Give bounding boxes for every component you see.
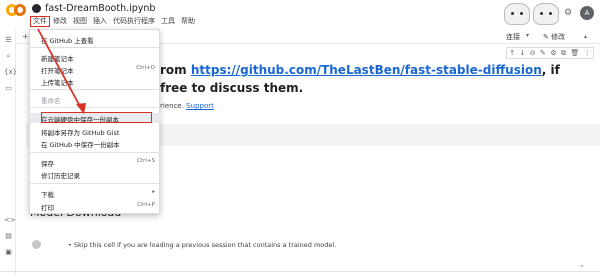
menu-item-shortcut: Ctrl+O: [136, 65, 155, 71]
menu-item-label: 下载: [41, 191, 54, 199]
menu-item-new-notebook[interactable]: 新建笔记本: [30, 52, 161, 63]
menu-item-print[interactable]: 打印 Ctrl+P: [30, 201, 161, 212]
table-of-contents-icon[interactable]: ☰: [4, 36, 13, 44]
menu-item-revision-history[interactable]: 修订历史记录: [30, 169, 161, 180]
github-icon: [32, 3, 41, 13]
menu-item-label: 在 GitHub 中保存一份副本: [41, 141, 120, 149]
left-sidebar: ☰ ⌕ {x} ▭ <> ▤ ▣: [0, 30, 17, 275]
menu-item-label: 将副本另存为 GitHub Gist: [41, 129, 120, 137]
menu-item-label: 修订历史记录: [41, 172, 80, 180]
menu-item-view-on-github[interactable]: 在 GitHub 上查看: [30, 34, 161, 45]
colab-logo[interactable]: [6, 4, 26, 18]
menu-item-rename: 重命名: [30, 94, 161, 105]
menu-insert[interactable]: 插入: [90, 16, 110, 27]
menu-item-save[interactable]: 保存 Ctrl+S: [30, 157, 161, 168]
connect-button[interactable]: 连接: [506, 32, 520, 42]
intro-note: rience. Support: [160, 102, 214, 110]
note-text: rience.: [160, 102, 187, 110]
avatar[interactable]: A: [580, 6, 594, 20]
support-link[interactable]: Support: [186, 102, 214, 110]
menu-item-label: 打印: [41, 204, 54, 212]
menu-item-label: 新建笔记本: [41, 55, 74, 63]
menu-item-open-notebook[interactable]: 打开笔记本 Ctrl+O: [30, 64, 161, 75]
menu-divider: [30, 107, 161, 108]
menu-tools[interactable]: 工具: [158, 16, 178, 27]
repo-link[interactable]: https://github.com/TheLastBen/fast-stabl…: [191, 63, 542, 77]
menu-runtime[interactable]: 代码执行程序: [110, 16, 158, 27]
file-menu: 在 GitHub 上查看 新建笔记本 打开笔记本 Ctrl+O 上传笔记本 重命名…: [29, 29, 161, 214]
menu-item-label: 打开笔记本: [41, 67, 74, 75]
menu-item-label: 重命名: [41, 97, 61, 105]
variables-icon[interactable]: {x}: [4, 68, 17, 76]
menubar: 文件 修改 视图 插入 代码执行程序 工具 帮助: [30, 16, 198, 27]
edit-mode-button[interactable]: ✎ 修改: [543, 32, 565, 42]
heading-suffix: , if: [541, 63, 560, 77]
intro-heading: rom https://github.com/TheLastBen/fast-s…: [160, 63, 560, 77]
search-icon[interactable]: ⌕: [4, 52, 13, 61]
menu-item-upload-notebook[interactable]: 上传笔记本: [30, 76, 161, 87]
menu-item-download[interactable]: 下载 ▸: [30, 188, 161, 199]
gear-icon[interactable]: ⚙: [564, 8, 572, 18]
menu-view[interactable]: 视图: [70, 16, 90, 27]
status-bar: [0, 271, 600, 275]
code-snippets-icon[interactable]: <>: [4, 216, 16, 224]
highlight-box: [41, 112, 152, 123]
chevron-down-icon[interactable]: ▾: [526, 32, 529, 39]
notebook-title[interactable]: fast-DreamBooth.ipynb: [45, 3, 155, 14]
colab-header: fast-DreamBooth.ipynb 文件 修改 视图 插入 代码执行程序…: [0, 0, 600, 30]
terminal-icon[interactable]: ▣: [4, 248, 13, 256]
chevron-right-icon: ▸: [152, 189, 155, 195]
chevron-up-icon[interactable]: ▴: [584, 33, 587, 40]
menu-item-label: 上传笔记本: [41, 79, 74, 87]
menu-help[interactable]: 帮助: [178, 16, 198, 27]
run-cell-button[interactable]: [32, 240, 41, 249]
menu-edit[interactable]: 修改: [50, 16, 70, 27]
menu-item-label: 在 GitHub 上查看: [41, 37, 94, 45]
title-row: fast-DreamBooth.ipynb: [32, 2, 155, 14]
menu-divider: [30, 89, 161, 90]
menu-divider: [30, 152, 161, 153]
menu-item-shortcut: Ctrl+S: [137, 158, 155, 164]
add-cell-button[interactable]: +: [22, 32, 29, 41]
files-icon[interactable]: ▭: [4, 84, 13, 92]
menu-item-save-gist[interactable]: 将副本另存为 GitHub Gist: [30, 126, 161, 137]
menu-divider: [30, 183, 161, 184]
cat-image-2: [533, 3, 559, 25]
cat-illustration: [502, 0, 562, 30]
menu-item-shortcut: Ctrl+P: [137, 202, 155, 208]
menu-file[interactable]: 文件: [30, 16, 50, 27]
cat-image-1: [504, 3, 530, 25]
list-item: • Skip this cell if you are loading a pr…: [68, 241, 337, 249]
heading-text: rom: [160, 63, 191, 77]
intro-heading-line2: free to discuss them.: [160, 81, 304, 95]
bullet-text: Skip this cell if you are loading a prev…: [73, 241, 337, 249]
menu-divider: [30, 47, 161, 48]
menu-item-label: 保存: [41, 160, 54, 168]
menu-item-save-github[interactable]: 在 GitHub 中保存一份副本: [30, 138, 161, 149]
command-palette-icon[interactable]: ▤: [4, 232, 13, 240]
